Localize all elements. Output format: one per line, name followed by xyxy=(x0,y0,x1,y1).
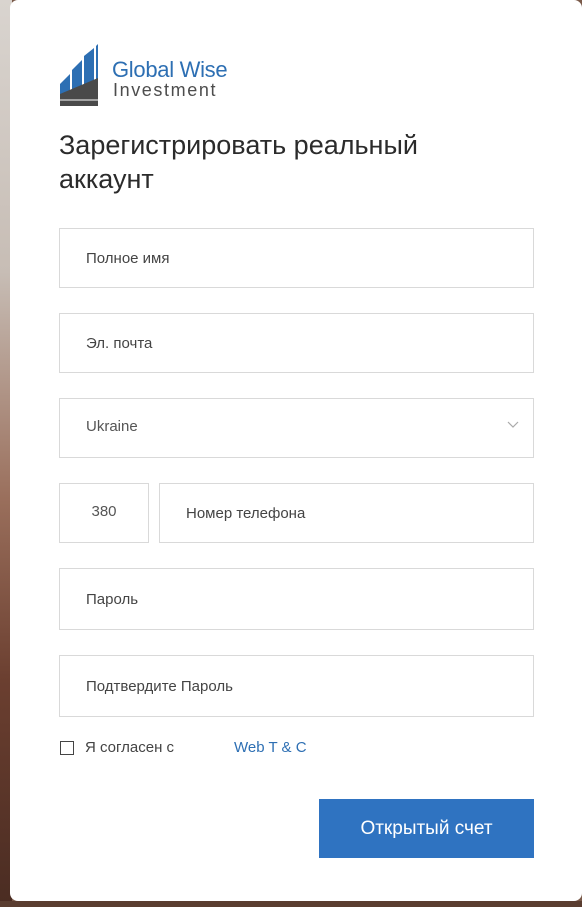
terms-label: Я согласен с xyxy=(85,739,175,756)
registration-card: Global Wise Investment Зарегистрировать … xyxy=(10,0,582,901)
full-name-input[interactable] xyxy=(60,229,533,287)
company-logo: Global Wise Investment xyxy=(58,44,238,106)
terms-checkbox[interactable] xyxy=(60,741,74,755)
country-select-value: Ukraine xyxy=(86,418,138,435)
form-title: Зарегистрировать реальный аккаунт xyxy=(59,130,418,194)
logo-bars-icon xyxy=(60,44,98,106)
password-field[interactable] xyxy=(59,568,534,630)
confirm-password-field[interactable] xyxy=(59,655,534,717)
email-field[interactable] xyxy=(59,313,534,373)
email-input[interactable] xyxy=(60,314,533,372)
phone-code-field[interactable]: 380 xyxy=(59,483,149,543)
country-select[interactable]: Ukraine xyxy=(59,398,534,458)
chevron-down-icon xyxy=(507,421,519,428)
logo-text-secondary: Investment xyxy=(113,80,218,100)
phone-code-value: 380 xyxy=(91,503,117,520)
password-input[interactable] xyxy=(60,569,533,629)
phone-field[interactable] xyxy=(159,483,534,543)
terms-link[interactable]: Web T & C xyxy=(234,739,307,756)
background-bottom xyxy=(0,901,582,907)
confirm-password-input[interactable] xyxy=(60,656,533,716)
full-name-field[interactable] xyxy=(59,228,534,288)
open-account-button[interactable]: Открытый счет xyxy=(319,799,534,858)
phone-input[interactable] xyxy=(160,484,533,542)
